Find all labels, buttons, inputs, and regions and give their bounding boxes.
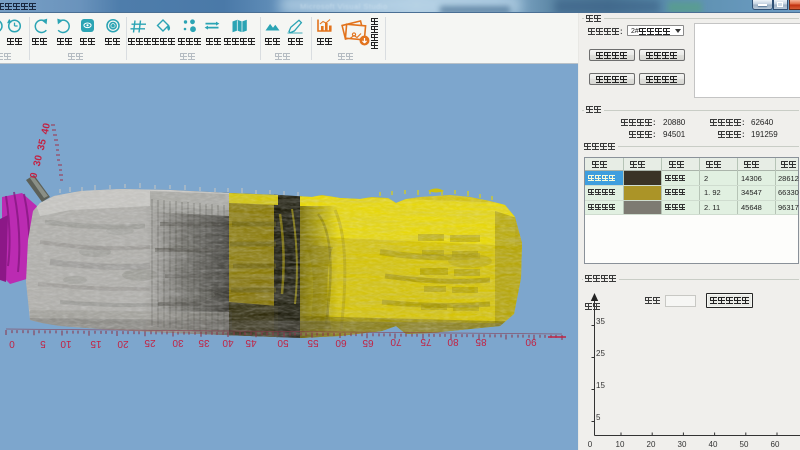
- svg-text:55: 55: [307, 337, 319, 348]
- svg-text:10: 10: [616, 440, 625, 449]
- svg-text:60: 60: [335, 337, 347, 348]
- svg-text:80: 80: [447, 336, 459, 347]
- svg-text:75: 75: [420, 336, 432, 347]
- svg-text:50: 50: [277, 337, 289, 348]
- svg-text:15: 15: [90, 338, 102, 349]
- svg-text:25: 25: [596, 349, 605, 358]
- svg-text:0: 0: [9, 338, 15, 349]
- svg-text:15: 15: [596, 381, 605, 390]
- svg-text:30: 30: [678, 440, 687, 449]
- svg-text:0: 0: [588, 440, 593, 449]
- svg-text:30: 30: [172, 337, 184, 348]
- svg-text:20: 20: [647, 440, 656, 449]
- svg-text:90: 90: [525, 336, 537, 347]
- svg-text:25: 25: [144, 337, 156, 348]
- svg-text:70: 70: [390, 336, 402, 347]
- svg-text:10: 10: [60, 338, 72, 349]
- svg-text:35: 35: [596, 317, 605, 326]
- svg-text:50: 50: [740, 440, 749, 449]
- svg-text:5: 5: [596, 413, 601, 422]
- svg-text:20: 20: [117, 338, 129, 349]
- svg-text:65: 65: [362, 337, 374, 348]
- svg-text:5: 5: [40, 338, 46, 349]
- svg-text:40: 40: [222, 337, 234, 348]
- svg-text:85: 85: [475, 336, 487, 347]
- svg-text:45: 45: [245, 337, 257, 348]
- svg-text:60: 60: [771, 440, 780, 449]
- svg-text:35: 35: [198, 337, 210, 348]
- svg-text:40: 40: [709, 440, 718, 449]
